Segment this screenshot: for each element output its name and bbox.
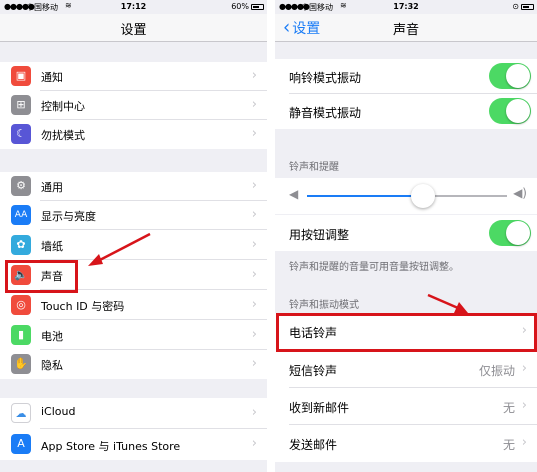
vibrate-on-silent-row: 静音模式振动	[275, 94, 537, 129]
chevron-right-icon: ›	[251, 178, 257, 193]
battery-setting-icon: ▮	[11, 325, 31, 345]
settings-screen: ●●●●● 中国移动 ≋ 17:12 60% 设置 ▣ 通知 › ⊞ 控制中心 …	[0, 0, 267, 472]
cloud-icon: ☁	[11, 403, 31, 423]
text-tone-value: 仅振动	[478, 364, 515, 378]
page-title: 声音	[392, 23, 419, 38]
new-mail-value: 无	[502, 401, 515, 415]
battery-icon	[251, 4, 264, 10]
text-tone-label: 短信铃声	[289, 364, 338, 378]
section-header-patterns: 铃声和振动模式	[289, 300, 359, 311]
text-tone-row[interactable]: 短信铃声 仅振动 ›	[275, 350, 537, 388]
vibrate-on-ring-row: 响铃模式振动	[275, 59, 537, 94]
fingerprint-icon: ◎	[11, 295, 31, 315]
change-with-buttons-toggle[interactable]	[489, 220, 531, 246]
settings-item-icloud[interactable]: ☁ iCloud ›	[0, 398, 267, 429]
chevron-right-icon: ›	[251, 68, 257, 83]
gear-icon: ⚙	[11, 176, 31, 196]
settings-item-label: 勿扰模式	[41, 129, 85, 142]
settings-item-label: Touch ID 与密码	[41, 300, 125, 313]
page-title: 设置	[120, 23, 147, 38]
chevron-right-icon: ›	[251, 297, 257, 312]
ringer-volume-row: ◀ ◀)	[275, 178, 537, 214]
vibrate-on-silent-toggle[interactable]	[489, 98, 531, 124]
sent-mail-label: 发送邮件	[289, 438, 338, 452]
settings-item-privacy[interactable]: ✋ 隐私 ›	[0, 350, 267, 379]
settings-item-label: App Store 与 iTunes Store	[41, 440, 181, 453]
section-header-ringer: 铃声和提醒	[289, 162, 339, 173]
display-brightness-icon: AA	[11, 205, 31, 225]
app-store-icon: A	[11, 434, 31, 454]
chevron-right-icon: ›	[251, 327, 257, 342]
status-time: 17:32	[393, 2, 419, 11]
hand-icon: ✋	[11, 354, 31, 374]
vibrate-on-ring-label: 响铃模式振动	[289, 71, 362, 85]
change-with-buttons-row: 用按钮调整	[275, 215, 537, 251]
nav-bar: 设置	[0, 14, 267, 42]
settings-item-touch-id[interactable]: ◎ Touch ID 与密码 ›	[0, 290, 267, 320]
sent-mail-row[interactable]: 发送邮件 无 ›	[275, 425, 537, 462]
new-mail-label: 收到新邮件	[289, 401, 350, 415]
nav-bar: ‹ 设置 声音	[275, 14, 537, 42]
settings-item-label: iCloud	[41, 405, 76, 418]
settings-item-general[interactable]: ⚙ 通用 ›	[0, 172, 267, 201]
sent-mail-value: 无	[502, 438, 515, 452]
chevron-right-icon: ›	[251, 207, 257, 222]
lock-rotation-icon: ⊙	[512, 2, 519, 11]
chevron-right-icon: ›	[251, 126, 257, 141]
volume-slider[interactable]	[307, 184, 507, 208]
chevron-right-icon: ›	[521, 361, 527, 376]
chevron-right-icon: ›	[251, 405, 257, 420]
settings-item-label: 通知	[41, 71, 63, 84]
settings-item-control-center[interactable]: ⊞ 控制中心 ›	[0, 91, 267, 120]
status-bar: ●●●●● 中国移动 ≋ 17:12 60%	[0, 0, 267, 14]
battery-percent: 60%	[231, 2, 249, 11]
settings-item-label: 控制中心	[41, 100, 85, 113]
settings-item-label: 通用	[41, 181, 63, 194]
settings-item-notifications[interactable]: ▣ 通知 ›	[0, 62, 267, 91]
status-bar: ●●●●● 中国移动 ≋ 17:32 ⊙	[275, 0, 537, 14]
speaker-high-icon: ◀)	[513, 186, 527, 200]
vibrate-on-ring-toggle[interactable]	[489, 63, 531, 89]
chevron-right-icon: ›	[251, 97, 257, 112]
volume-note: 铃声和提醒的音量可用音量按钮调整。	[289, 262, 459, 273]
settings-item-app-store[interactable]: A App Store 与 iTunes Store ›	[0, 429, 267, 460]
moon-icon: ☾	[11, 124, 31, 144]
chevron-right-icon: ›	[251, 356, 257, 371]
speaker-low-icon: ◀	[289, 187, 299, 201]
settings-item-do-not-disturb[interactable]: ☾ 勿扰模式 ›	[0, 120, 267, 149]
chevron-right-icon: ›	[251, 436, 257, 451]
settings-item-label: 隐私	[41, 359, 63, 372]
settings-item-display[interactable]: AA 显示与亮度 ›	[0, 201, 267, 230]
volume-slider-fill	[307, 195, 423, 197]
sounds-screen: ●●●●● 中国移动 ≋ 17:32 ⊙ ‹ 设置 声音 响铃模式振动 静音模式振…	[275, 0, 537, 472]
wallpaper-icon: ✿	[11, 235, 31, 255]
notification-icon: ▣	[11, 66, 31, 86]
settings-item-battery[interactable]: ▮ 电池 ›	[0, 320, 267, 350]
settings-item-label: 电池	[41, 330, 63, 343]
ringtone-highlight-box	[276, 313, 537, 352]
settings-item-label: 显示与亮度	[41, 210, 96, 223]
change-with-buttons-label: 用按钮调整	[289, 228, 350, 242]
chevron-right-icon: ›	[251, 237, 257, 252]
chevron-right-icon: ›	[521, 398, 527, 413]
vibrate-on-silent-label: 静音模式振动	[289, 106, 362, 120]
sounds-highlight-box	[5, 260, 78, 293]
chevron-right-icon: ›	[521, 435, 527, 450]
new-mail-row[interactable]: 收到新邮件 无 ›	[275, 388, 537, 425]
status-time: 17:12	[120, 2, 147, 11]
control-center-icon: ⊞	[11, 95, 31, 115]
volume-slider-thumb[interactable]	[411, 184, 435, 208]
chevron-right-icon: ›	[251, 267, 257, 282]
settings-item-wallpaper[interactable]: ✿ 墙纸 ›	[0, 230, 267, 260]
settings-item-label: 墙纸	[41, 240, 63, 253]
battery-icon	[521, 4, 534, 10]
